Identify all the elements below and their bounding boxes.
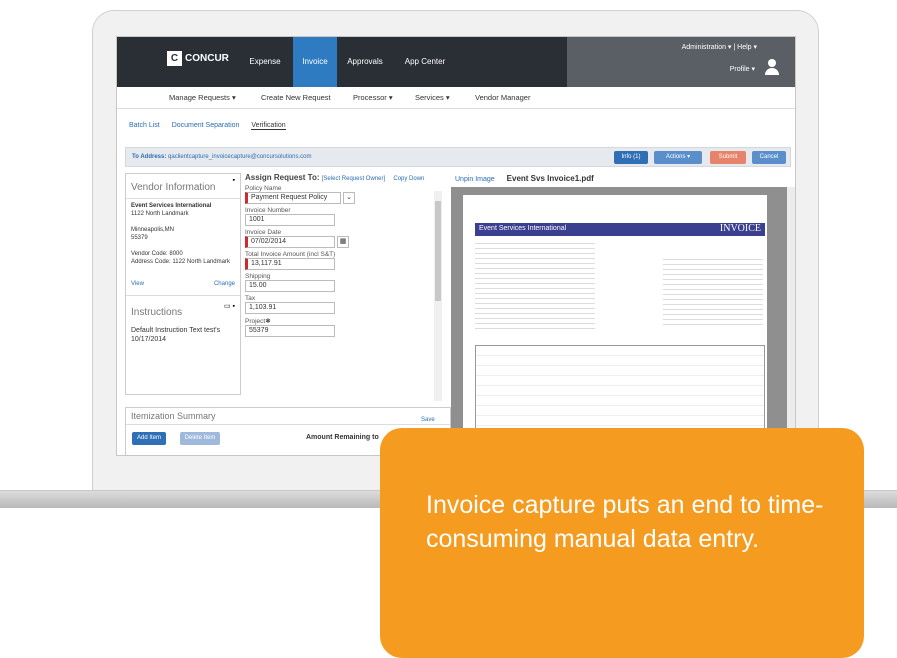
itemization-title: Itemization Summary <box>126 408 450 425</box>
verification-links: Batch List Document Separation Verificat… <box>129 122 296 130</box>
instructions-text: Default Instruction Text test's 10/17/20… <box>131 327 221 343</box>
subnav-manage-requests[interactable]: Manage Requests ▾ <box>169 93 236 102</box>
viewer-scrollbar[interactable] <box>787 187 795 455</box>
add-item-button[interactable]: Add Item <box>132 432 166 445</box>
select-owner-link[interactable]: [Select Request Owner] <box>322 176 385 182</box>
info-button[interactable]: Info (1) <box>614 151 648 164</box>
invoice-billing-lines <box>475 239 595 329</box>
assign-title: Assign Request To: <box>245 173 320 182</box>
chevron-down-icon[interactable]: ⌄ <box>343 192 355 204</box>
invoice-image-viewer: Event Services International INVOICE <box>451 187 795 455</box>
vendor-city: Minneapolis,MN <box>131 227 175 233</box>
pdf-header: Unpin Image Event Svs Invoice1.pdf <box>455 174 594 183</box>
cancel-button[interactable]: Cancel <box>752 151 786 164</box>
invoice-date-input[interactable]: 07/02/2014 <box>245 236 335 248</box>
logo-icon: C <box>167 51 182 66</box>
admin-help-menu[interactable]: Administration ▾ | Help ▾ <box>682 43 757 51</box>
invoice-number-label: Invoice Number <box>245 207 291 214</box>
top-nav-bar: C CONCUR Expense Invoice Approvals App C… <box>117 37 795 87</box>
total-amount-input[interactable]: 13,117.91 <box>245 258 335 270</box>
invoice-number-input[interactable]: 1001 <box>245 214 335 226</box>
app-screen: C CONCUR Expense Invoice Approvals App C… <box>116 36 796 456</box>
vendor-address-code: Address Code: 1122 North Landmark <box>131 259 230 265</box>
project-label: Project✱ <box>245 318 271 325</box>
avatar-icon[interactable] <box>765 59 779 75</box>
invoice-word: INVOICE <box>719 223 761 234</box>
assign-header: Assign Request To: [Select Request Owner… <box>245 173 445 182</box>
concur-logo[interactable]: C CONCUR <box>167 51 229 66</box>
to-address: To Address: qaclientcapture_invoicecaptu… <box>132 154 312 160</box>
sub-nav: Manage Requests ▾ Create New Request Pro… <box>117 87 795 109</box>
vendor-address-line: 1122 North Landmark <box>131 211 189 217</box>
policy-name-label: Policy Name <box>245 185 282 192</box>
form-scrollbar[interactable] <box>434 191 442 401</box>
vendor-view-link[interactable]: View <box>131 281 144 287</box>
invoice-date-label: Invoice Date <box>245 229 282 236</box>
vendor-change-link[interactable]: Change <box>214 280 235 288</box>
callout-text: Invoice capture puts an end to time-cons… <box>426 491 824 553</box>
vendor-information-panel: Vendor Information ▪ Event Services Inte… <box>125 173 241 395</box>
amount-remaining-label: Amount Remaining to <box>306 434 379 441</box>
invoice-page: Event Services International INVOICE <box>463 195 767 455</box>
invoice-banner: Event Services International INVOICE <box>475 223 765 236</box>
address-bar: To Address: qaclientcapture_invoicecaptu… <box>125 147 791 167</box>
to-address-value: qaclientcapture_invoicecapture@concursol… <box>168 154 312 160</box>
invoice-meta-lines <box>663 255 763 325</box>
instructions-header: Instructions ▭ ▪ <box>126 295 240 323</box>
to-address-label: To Address: <box>132 154 167 160</box>
vendor-zip: 55379 <box>131 235 148 241</box>
project-input[interactable]: 55379 <box>245 325 335 337</box>
link-batch-list[interactable]: Batch List <box>129 122 160 129</box>
policy-name-select[interactable]: Payment Request Policy <box>245 192 341 204</box>
submit-button[interactable]: Submit <box>710 151 746 164</box>
scroll-thumb[interactable] <box>435 201 441 301</box>
vendor-menu-icon[interactable]: ▪ <box>233 177 235 184</box>
assign-request-form: Assign Request To: [Select Request Owner… <box>245 173 445 443</box>
vendor-name: Event Services International <box>131 203 212 209</box>
unpin-image-link[interactable]: Unpin Image <box>455 176 495 183</box>
vendor-code: Vendor Code: 8000 <box>131 251 183 257</box>
vendor-panel-header: Vendor Information ▪ <box>126 174 240 199</box>
subnav-create-new-request[interactable]: Create New Request <box>261 93 331 102</box>
shipping-input[interactable]: 15.00 <box>245 280 335 292</box>
instructions-title: Instructions <box>131 307 183 318</box>
tab-expense[interactable]: Expense <box>243 37 287 87</box>
calendar-icon[interactable]: ▦ <box>337 236 349 248</box>
shipping-label: Shipping <box>245 273 271 280</box>
subnav-services[interactable]: Services ▾ <box>415 93 450 102</box>
tab-app-center[interactable]: App Center <box>397 37 453 87</box>
copy-down-link[interactable]: Copy Down <box>393 176 424 182</box>
callout-box: Invoice capture puts an end to time-cons… <box>380 428 864 658</box>
total-amount-label: Total Invoice Amount (incl S&T) <box>245 251 336 258</box>
tab-approvals[interactable]: Approvals <box>343 37 387 87</box>
tab-invoice[interactable]: Invoice <box>293 37 337 87</box>
subnav-vendor-manager[interactable]: Vendor Manager <box>475 93 530 102</box>
vendor-details: Event Services International 1122 North … <box>126 199 240 291</box>
tax-input[interactable]: 1,103.91 <box>245 302 335 314</box>
vendor-info-title: Vendor Information <box>131 182 216 193</box>
link-document-separation[interactable]: Document Separation <box>172 122 240 129</box>
logo-text: CONCUR <box>185 53 229 64</box>
link-verification[interactable]: Verification <box>251 122 286 130</box>
tax-label: Tax <box>245 295 256 302</box>
subnav-processor[interactable]: Processor ▾ <box>353 93 393 102</box>
profile-menu[interactable]: Profile ▾ <box>730 65 755 73</box>
pdf-filename: Event Svs Invoice1.pdf <box>506 174 594 183</box>
delete-item-button[interactable]: Delete Item <box>180 432 220 445</box>
instructions-menu-icon[interactable]: ▭ ▪ <box>224 302 235 310</box>
invoice-company: Event Services International <box>479 225 567 232</box>
actions-button[interactable]: Actions ▾ <box>654 151 702 164</box>
